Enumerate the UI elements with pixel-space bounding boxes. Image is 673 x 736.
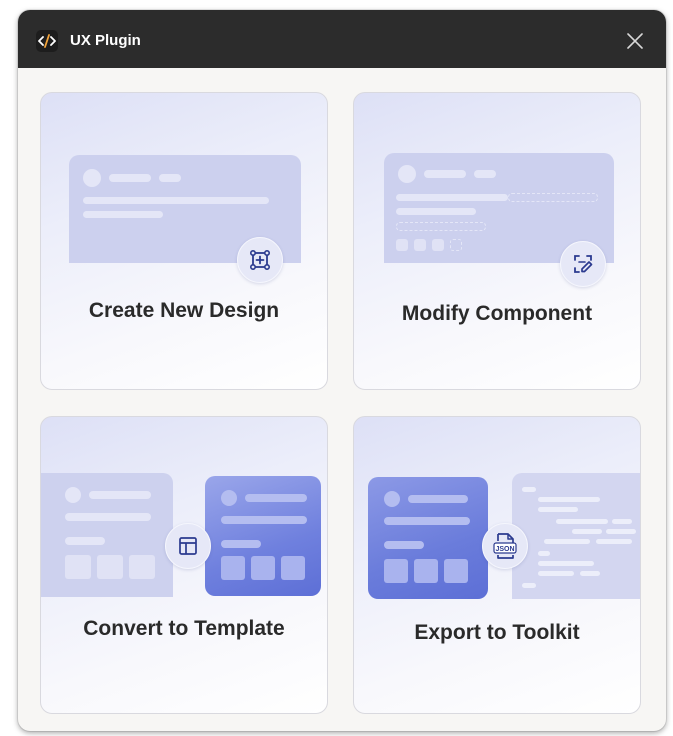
mockup-avatar — [83, 169, 101, 187]
code-icon — [36, 30, 58, 52]
code-line — [612, 519, 632, 524]
json-file-icon: JSON — [482, 523, 528, 569]
mockup-avatar — [65, 487, 81, 503]
code-line — [538, 507, 578, 512]
code-line — [522, 583, 536, 588]
plugin-window: UX Plugin Create New Design Modify Compo… — [18, 10, 666, 731]
close-icon — [627, 33, 643, 49]
mockup-line — [396, 194, 508, 201]
code-line — [606, 529, 636, 534]
json-badge-text: JSON — [495, 546, 514, 553]
mockup-block — [384, 559, 408, 583]
mockup-dashed-line — [508, 193, 598, 202]
card-label: Convert to Template — [83, 617, 285, 640]
source-mockup — [41, 473, 173, 597]
template-mockup — [205, 476, 321, 596]
code-line — [538, 571, 574, 576]
mockup-line — [83, 197, 269, 204]
mockup-block — [221, 556, 245, 580]
code-line — [572, 529, 602, 534]
modify-component-card[interactable]: Modify Component — [353, 92, 641, 390]
mockup-block — [65, 555, 91, 579]
code-line — [538, 561, 594, 566]
convert-to-template-card[interactable]: Convert to Template — [40, 416, 328, 714]
mockup-block — [251, 556, 275, 580]
frame-add-icon — [237, 237, 283, 283]
mockup-line — [221, 516, 307, 524]
code-line — [596, 539, 632, 544]
export-to-toolkit-card[interactable]: JSON Export to Toolkit — [353, 416, 641, 714]
mockup-block — [396, 239, 408, 251]
mockup-line — [245, 494, 307, 502]
mockup-block — [281, 556, 305, 580]
close-button[interactable] — [622, 28, 648, 54]
title-bar: UX Plugin — [18, 10, 666, 68]
code-mockup — [512, 473, 640, 599]
mockup-block — [414, 239, 426, 251]
mockup-block — [97, 555, 123, 579]
mockup-dashed-block — [450, 239, 462, 251]
code-line — [580, 571, 600, 576]
card-label: Modify Component — [401, 302, 593, 325]
code-line — [522, 487, 536, 492]
mockup-dashed-line — [396, 222, 486, 231]
mockup-line — [474, 170, 496, 178]
mockup-line — [109, 174, 151, 182]
code-line — [538, 551, 550, 556]
mockup-line — [408, 495, 468, 503]
mockup-line — [159, 174, 181, 182]
code-line — [556, 519, 608, 524]
card-label: Create New Design — [88, 299, 280, 322]
mockup-line — [396, 208, 476, 215]
mockup-block — [414, 559, 438, 583]
frame-edit-icon — [560, 241, 606, 287]
layout-template-icon — [165, 523, 211, 569]
mockup-line — [65, 537, 105, 545]
mockup-line — [83, 211, 163, 218]
code-line — [538, 497, 600, 502]
mockup-line — [424, 170, 466, 178]
mockup-avatar — [384, 491, 400, 507]
card-label: Export to Toolkit — [414, 621, 580, 644]
mockup-line — [89, 491, 151, 499]
mockup-line — [384, 517, 470, 525]
design-mockup — [368, 477, 488, 599]
mockup-block — [129, 555, 155, 579]
mockup-line — [384, 541, 424, 549]
code-line — [544, 539, 590, 544]
mockup-block — [444, 559, 468, 583]
mockup-block — [432, 239, 444, 251]
mockup-line — [221, 540, 261, 548]
create-new-design-card[interactable]: Create New Design — [40, 92, 328, 390]
mockup-avatar — [221, 490, 237, 506]
window-title: UX Plugin — [70, 32, 141, 49]
mockup-avatar — [398, 165, 416, 183]
mockup-line — [65, 513, 151, 521]
